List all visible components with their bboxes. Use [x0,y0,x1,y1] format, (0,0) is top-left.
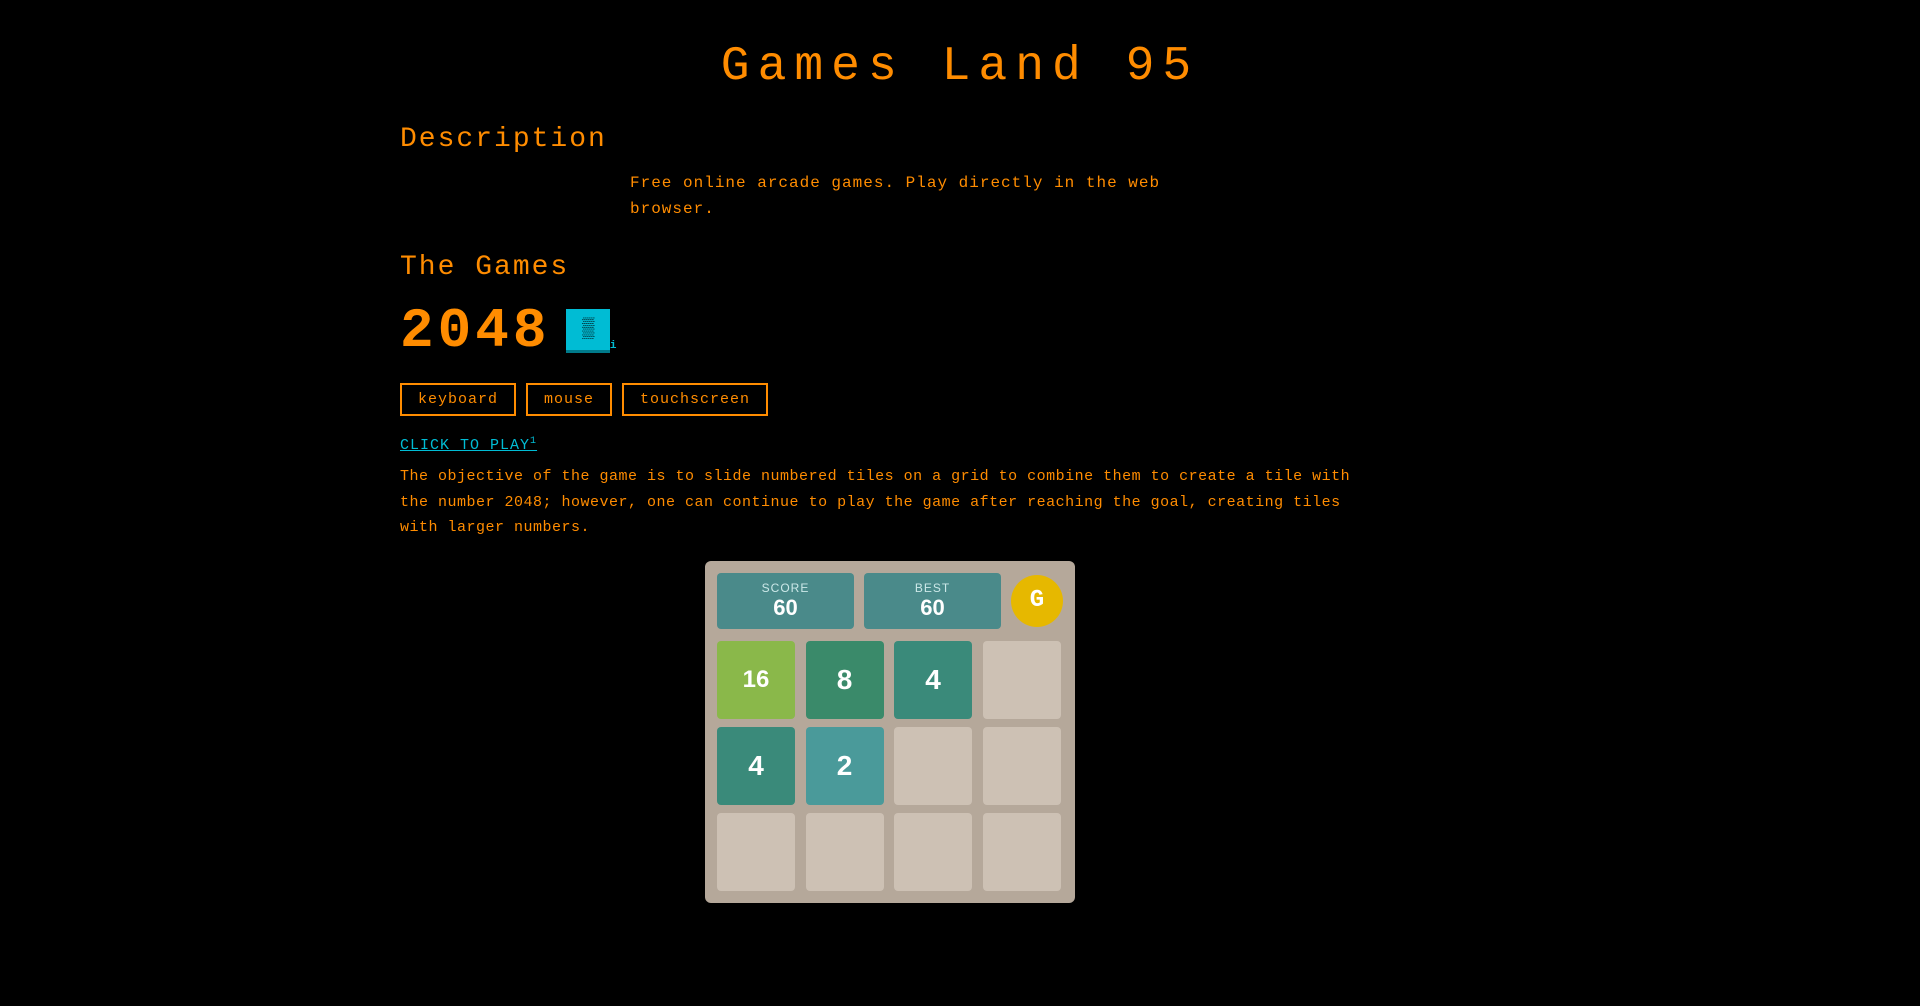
info-icon[interactable]: ▒ [566,309,610,353]
tile-empty-2 [894,727,972,805]
score-value: 60 [737,595,834,621]
tile-empty-3 [983,727,1061,805]
tile-empty-6 [894,813,972,891]
description-heading: Description [400,124,1520,155]
score-label: SCORE [737,581,834,595]
game-header: SCORE 60 BEST 60 G [717,573,1063,629]
tile-16: 16 [717,641,795,719]
games-heading: The Games [400,252,1520,283]
best-box: BEST 60 [864,573,1001,629]
description-section: Description Free online arcade games. Pl… [400,124,1520,222]
game-preview: SCORE 60 BEST 60 G 16 8 4 4 2 [705,561,1075,903]
control-touchscreen: touchscreen [622,383,768,416]
click-to-play-link[interactable]: CLICK TO PLAY1 [400,436,537,454]
control-mouse: mouse [526,383,612,416]
best-value: 60 [884,595,981,621]
score-box: SCORE 60 [717,573,854,629]
games-section: The Games 2048 ▒ keyboard mouse touchscr… [400,252,1520,903]
description-text: Free online arcade games. Play directly … [630,171,1520,222]
tile-empty-7 [983,813,1061,891]
best-label: BEST [884,581,981,595]
game-title-row: 2048 ▒ [400,299,1520,363]
control-keyboard: keyboard [400,383,516,416]
game-description: The objective of the game is to slide nu… [400,464,1380,541]
tile-empty-4 [717,813,795,891]
game-grid: 16 8 4 4 2 [717,641,1063,891]
game-title: 2048 [400,299,550,363]
tile-empty-1 [983,641,1061,719]
page-container: Games Land 95 Description Free online ar… [360,0,1560,923]
controls-row: keyboard mouse touchscreen [400,383,1520,416]
new-game-button[interactable]: G [1011,575,1063,627]
tile-empty-5 [806,813,884,891]
tile-2: 2 [806,727,884,805]
site-title: Games Land 95 [400,20,1520,124]
tile-4-2: 4 [717,727,795,805]
tile-8: 8 [806,641,884,719]
tile-4-1: 4 [894,641,972,719]
